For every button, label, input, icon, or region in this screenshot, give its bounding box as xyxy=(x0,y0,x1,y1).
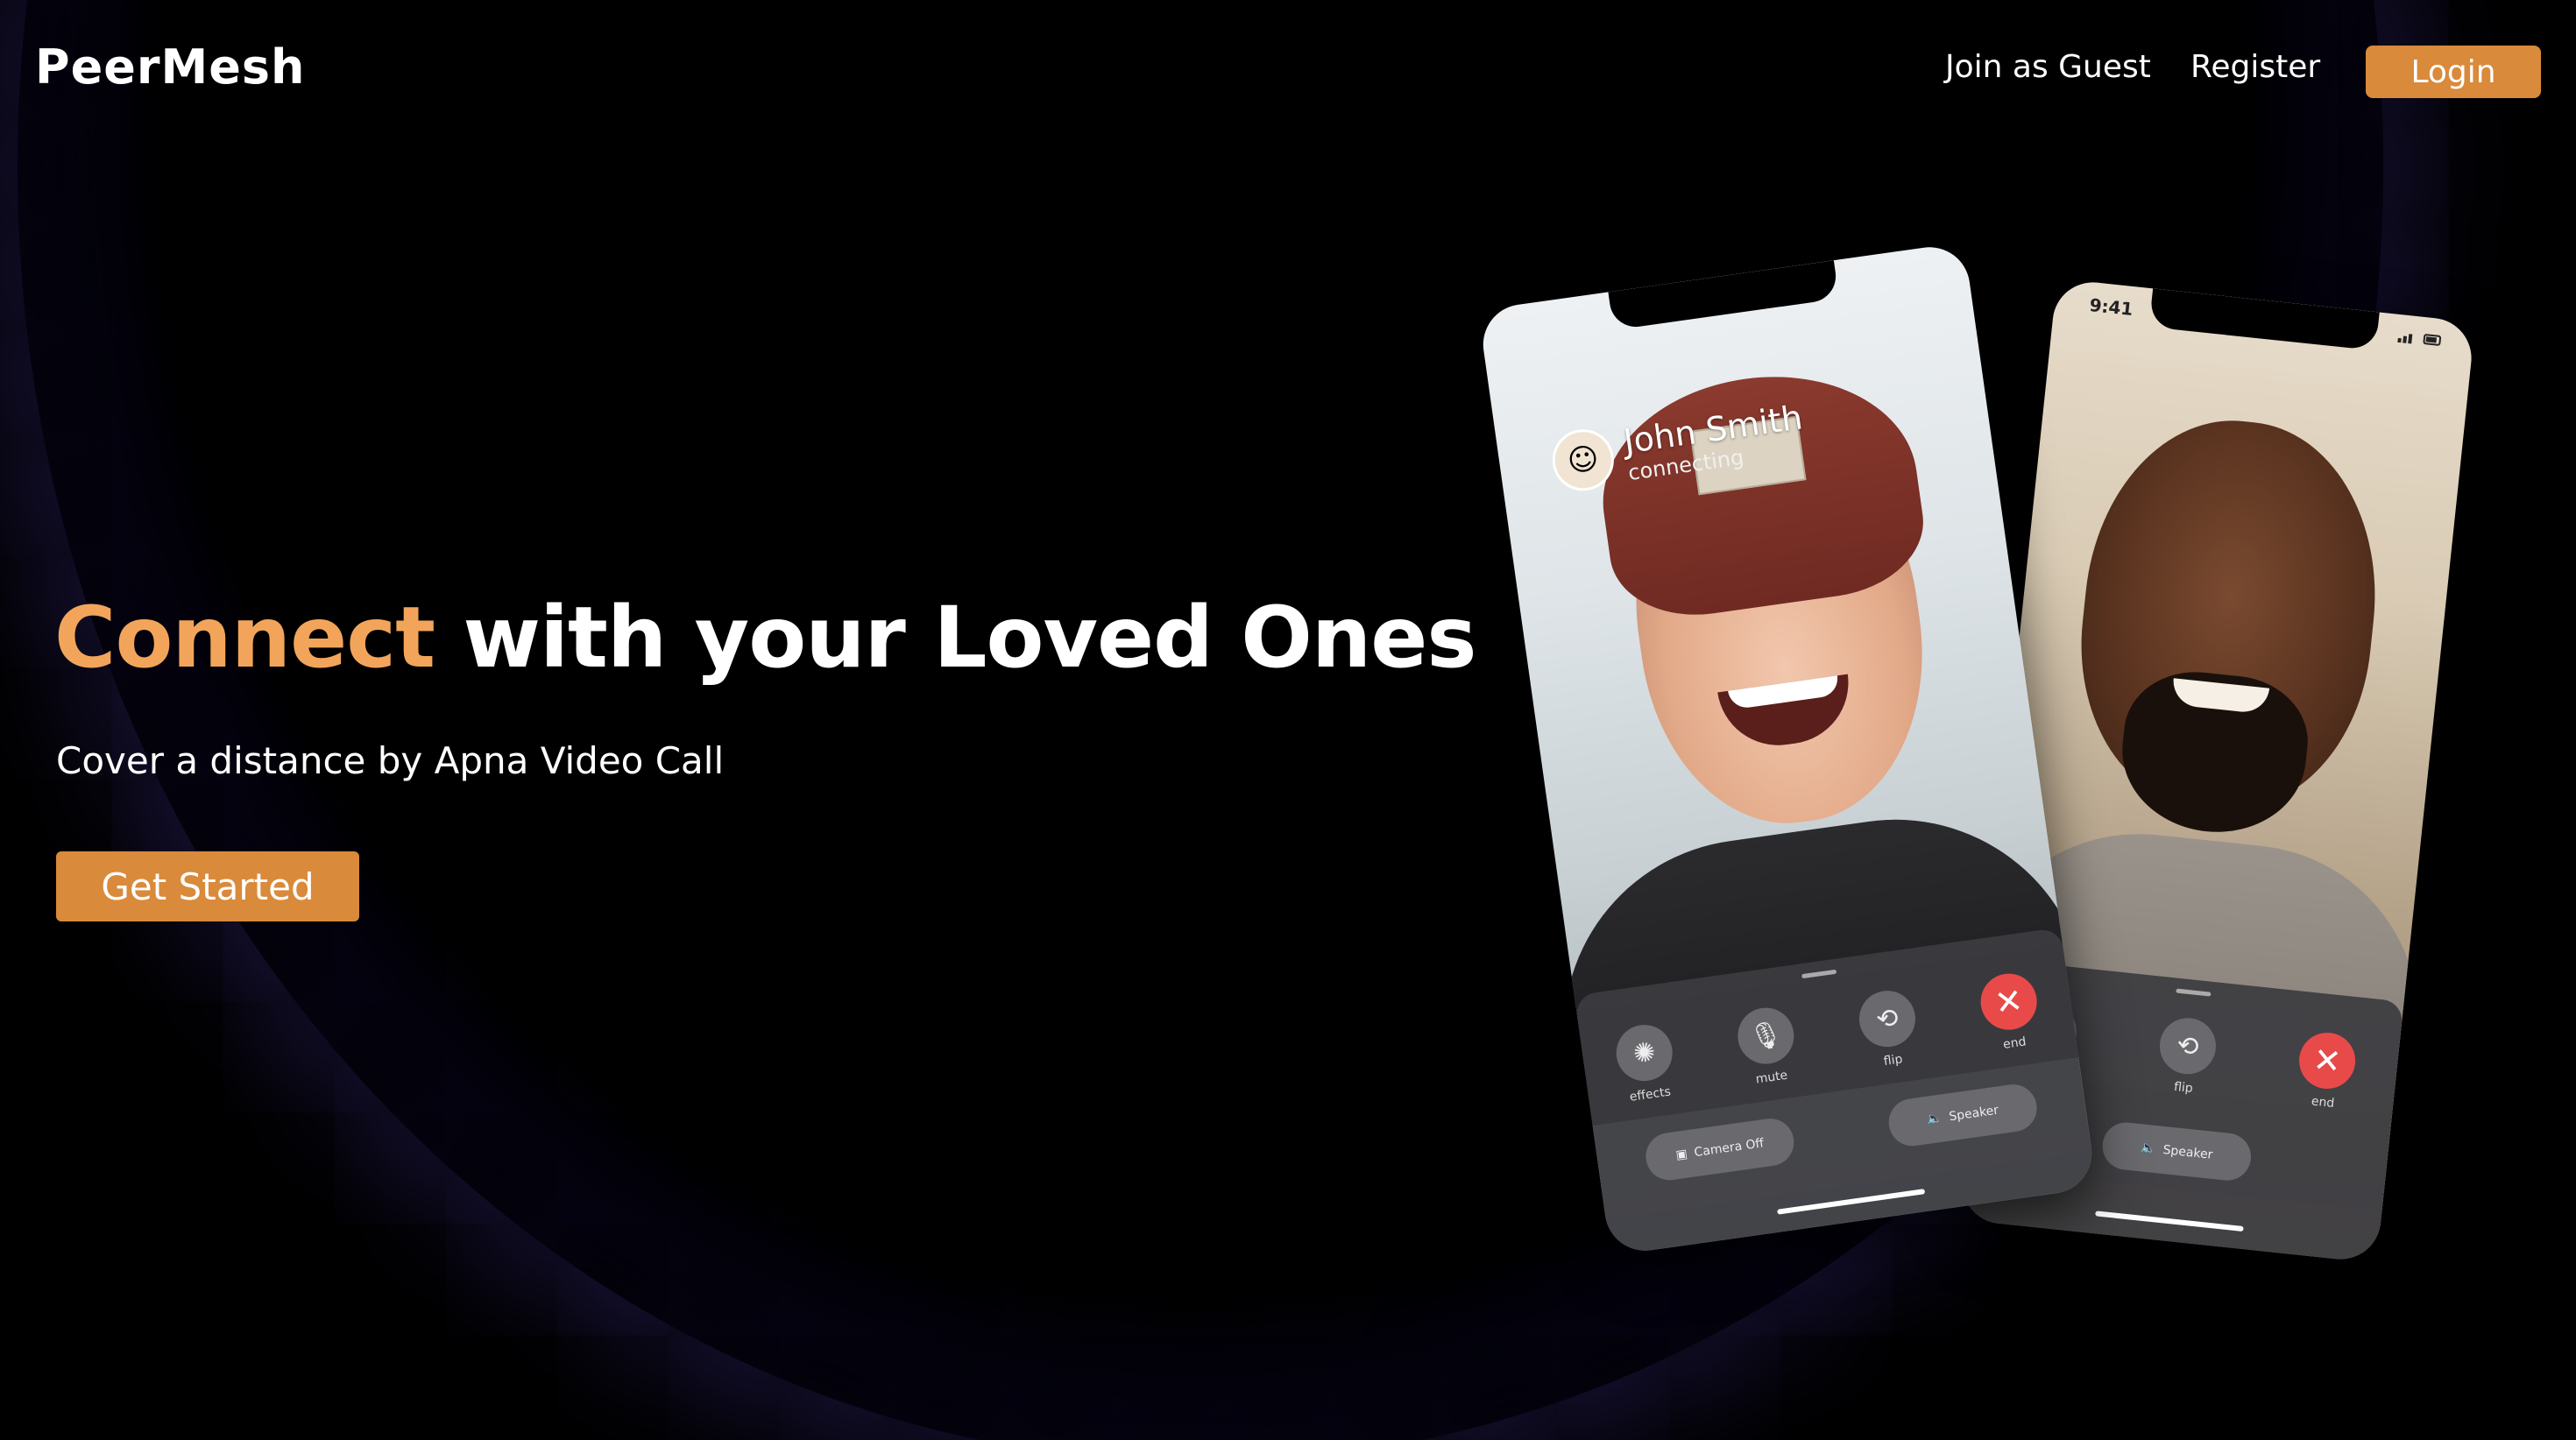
camera-off-button[interactable]: ▣ Camera Off xyxy=(1642,1115,1797,1183)
hero-title-rest: with your Loved Ones xyxy=(435,589,1476,687)
effects-icon[interactable]: ✺ xyxy=(1612,1020,1676,1085)
end-call-control[interactable]: ✕ end xyxy=(1977,970,2043,1055)
speaker-button[interactable]: 🔈 Speaker xyxy=(2099,1119,2254,1183)
flip-control[interactable]: ⟲ flip xyxy=(2155,1015,2219,1098)
navbar: PeerMesh Join as Guest Register Login xyxy=(0,0,2576,140)
speaker-icon: 🔈 xyxy=(1926,1111,1943,1127)
panel-grabber[interactable] xyxy=(2176,988,2212,997)
brand-logo[interactable]: PeerMesh xyxy=(35,39,305,95)
login-button[interactable]: Login xyxy=(2366,46,2541,98)
landing-page: PeerMesh Join as Guest Register Login Co… xyxy=(0,0,2576,1440)
camera-flip-icon[interactable]: ⟲ xyxy=(1855,986,1920,1051)
join-as-guest-link[interactable]: Join as Guest xyxy=(1945,49,2151,85)
avatar: ☺ xyxy=(1548,425,1618,495)
mic-off-icon[interactable]: 🎙 xyxy=(1734,1004,1798,1068)
hero-title: Connect with your Loved Ones xyxy=(54,589,1476,687)
panel-grabber[interactable] xyxy=(1801,969,1837,979)
camera-icon: ▣ xyxy=(1674,1147,1688,1163)
status-time: 9:41 xyxy=(2088,293,2134,321)
hero-title-accent: Connect xyxy=(54,589,435,687)
mute-control[interactable]: 🎙 mute xyxy=(1734,1004,1801,1088)
effects-control[interactable]: ✺ effects xyxy=(1612,1020,1680,1105)
register-link[interactable]: Register xyxy=(2190,49,2320,85)
end-call-control[interactable]: ✕ end xyxy=(2294,1029,2359,1112)
signal-icon xyxy=(2397,334,2442,346)
speaker-icon: 🔈 xyxy=(2140,1140,2157,1157)
speaker-button[interactable]: 🔈 Speaker xyxy=(1886,1081,2041,1149)
get-started-button[interactable]: Get Started xyxy=(56,851,359,921)
flip-control[interactable]: ⟲ flip xyxy=(1855,986,1922,1071)
hero-subtitle: Cover a distance by Apna Video Call xyxy=(56,739,725,782)
home-indicator xyxy=(1777,1189,1926,1215)
home-indicator xyxy=(2095,1211,2244,1232)
close-icon[interactable]: ✕ xyxy=(2296,1029,2359,1092)
camera-flip-icon[interactable]: ⟲ xyxy=(2156,1015,2219,1077)
close-icon[interactable]: ✕ xyxy=(1977,970,2041,1034)
